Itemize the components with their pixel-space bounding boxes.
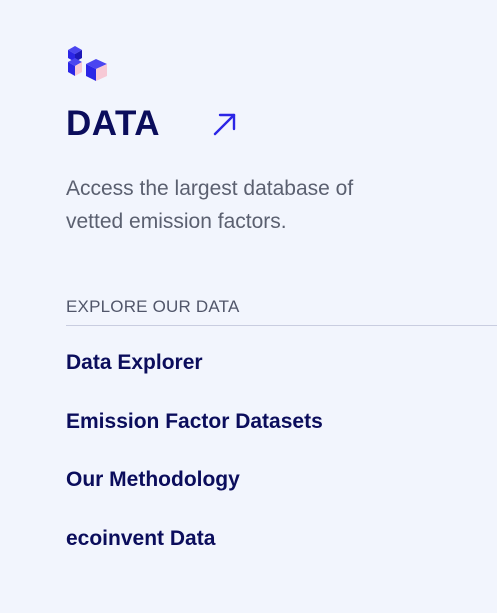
panel-description: Access the largest database of vetted em… — [66, 177, 354, 233]
our-methodology-link[interactable]: Our Methodology — [66, 468, 240, 491]
data-menu-panel: DATA Access the largest database of vett… — [0, 0, 497, 613]
section-label: EXPLORE OUR DATA — [66, 297, 240, 316]
cubes-logo-icon — [66, 44, 110, 82]
panel-title: DATA — [66, 104, 161, 143]
section-divider — [66, 325, 497, 326]
data-explorer-link[interactable]: Data Explorer — [66, 351, 203, 374]
arrow-up-right-icon — [212, 111, 238, 137]
explore-links-list: Data Explorer Emission Factor Datasets O… — [66, 348, 323, 582]
list-item: Our Methodology — [66, 465, 323, 524]
list-item: Data Explorer — [66, 348, 323, 407]
list-item: ecoinvent Data — [66, 524, 323, 583]
emission-factor-datasets-link[interactable]: Emission Factor Datasets — [66, 410, 323, 433]
data-title-link[interactable]: DATA — [66, 102, 238, 146]
ecoinvent-data-link[interactable]: ecoinvent Data — [66, 527, 215, 550]
list-item: Emission Factor Datasets — [66, 407, 323, 466]
